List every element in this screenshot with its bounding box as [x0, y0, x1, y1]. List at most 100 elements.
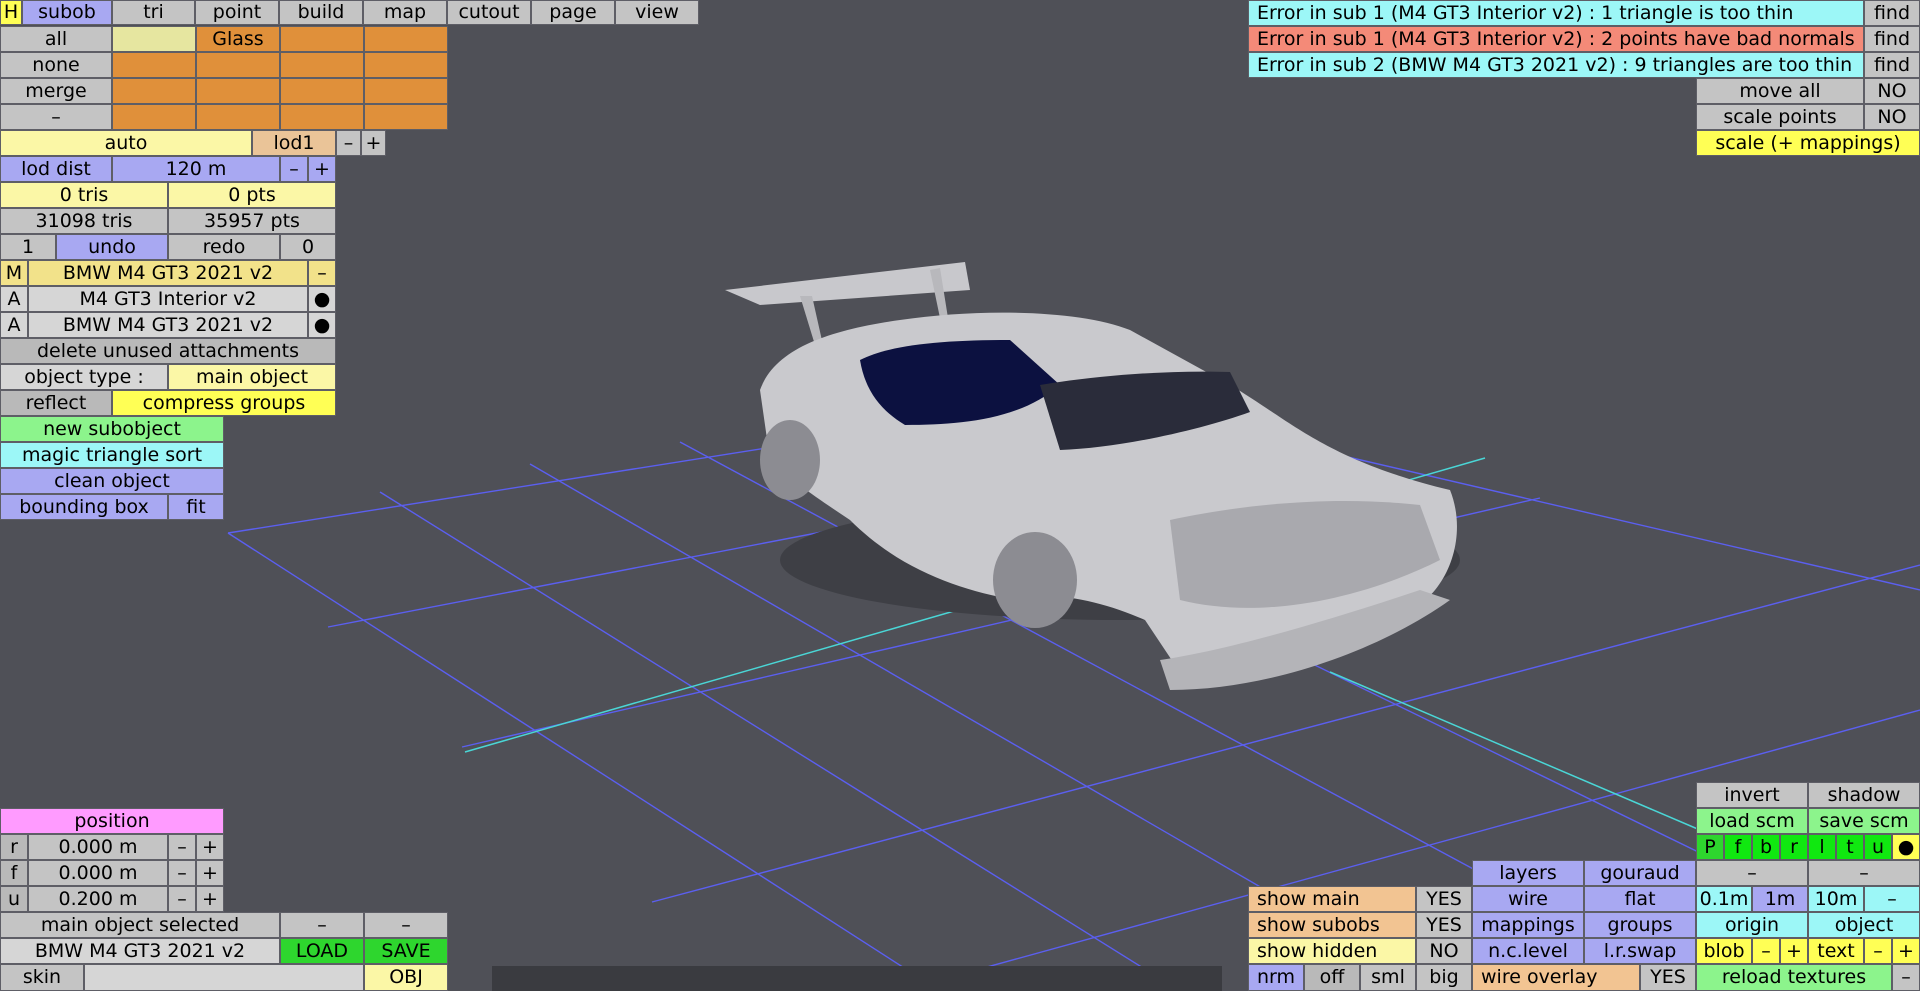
text-plus-button[interactable]: + [1892, 938, 1920, 964]
dash-button[interactable]: – [0, 104, 112, 130]
wire-overlay-toggle[interactable]: YES [1640, 964, 1696, 991]
show-subobs-toggle[interactable]: YES [1416, 912, 1472, 938]
group-cell[interactable] [280, 52, 364, 78]
error-find-button[interactable]: find [1864, 0, 1920, 26]
position-u-plus[interactable]: + [196, 886, 224, 912]
shadow-button[interactable]: shadow [1808, 782, 1920, 808]
reload-textures-button[interactable]: reload textures [1696, 964, 1892, 991]
group-cell[interactable] [196, 52, 280, 78]
group-cell[interactable] [280, 26, 364, 52]
group-cell[interactable] [364, 52, 448, 78]
redo-button[interactable]: redo [168, 234, 280, 260]
magic-triangle-sort-button[interactable]: magic triangle sort [0, 442, 224, 468]
normals-big-button[interactable]: big [1416, 964, 1472, 991]
group-cell[interactable] [112, 52, 196, 78]
save-button[interactable]: SAVE [364, 938, 448, 964]
position-u-field[interactable]: 0.200 m [28, 886, 168, 912]
scale-points-button[interactable]: scale points [1696, 104, 1864, 130]
object-button[interactable]: object [1808, 912, 1920, 938]
skin-field[interactable] [84, 964, 364, 991]
view-dot-button[interactable]: ● [1892, 834, 1920, 860]
position-u-minus[interactable]: – [168, 886, 196, 912]
grid-0-1m-button[interactable]: 0.1m [1696, 886, 1752, 912]
menu-point[interactable]: point [195, 0, 279, 25]
attachment-toggle[interactable]: ● [308, 312, 336, 338]
view-under-button[interactable]: u [1864, 834, 1892, 860]
error-find-button[interactable]: find [1864, 52, 1920, 78]
position-r-minus[interactable]: – [168, 834, 196, 860]
undo-button[interactable]: undo [56, 234, 168, 260]
menu-tri[interactable]: tri [112, 0, 195, 25]
select-none-button[interactable]: none [0, 52, 112, 78]
invert-button[interactable]: invert [1696, 782, 1808, 808]
view-back-button[interactable]: b [1752, 834, 1780, 860]
position-r-plus[interactable]: + [196, 834, 224, 860]
main-object-remove[interactable]: – [308, 260, 336, 286]
blob-minus-button[interactable]: – [1752, 938, 1780, 964]
text-minus-button[interactable]: – [1864, 938, 1892, 964]
group-cell[interactable] [364, 78, 448, 104]
nc-level-button[interactable]: n.c.level [1472, 938, 1584, 964]
scale-mappings-button[interactable]: scale (+ mappings) [1696, 130, 1920, 156]
merge-button[interactable]: merge [0, 78, 112, 104]
group-cell[interactable] [364, 26, 448, 52]
lod-minus-button[interactable]: – [336, 130, 361, 156]
mappings-button[interactable]: mappings [1472, 912, 1584, 938]
flat-button[interactable]: flat [1584, 886, 1696, 912]
view-perspective-button[interactable]: P [1696, 834, 1724, 860]
group-cell[interactable] [112, 26, 196, 52]
grid-10m-button[interactable]: 10m [1808, 886, 1864, 912]
fit-button[interactable]: fit [168, 494, 224, 520]
error-find-button[interactable]: find [1864, 26, 1920, 52]
dash-button[interactable]: – [364, 912, 448, 938]
gouraud-button[interactable]: gouraud [1584, 860, 1696, 886]
origin-button[interactable]: origin [1696, 912, 1808, 938]
menu-view[interactable]: view [615, 0, 699, 25]
obj-export-button[interactable]: OBJ [364, 964, 448, 991]
dash-button[interactable]: – [1696, 860, 1808, 886]
position-f-field[interactable]: 0.000 m [28, 860, 168, 886]
main-object-name[interactable]: BMW M4 GT3 2021 v2 [28, 260, 308, 286]
menu-page[interactable]: page [531, 0, 615, 25]
group-cell[interactable] [364, 104, 448, 130]
position-f-plus[interactable]: + [196, 860, 224, 886]
lod-auto-button[interactable]: auto [0, 130, 252, 156]
reflect-button[interactable]: reflect [0, 390, 112, 416]
object-type-value[interactable]: main object [168, 364, 336, 390]
group-cell[interactable] [112, 78, 196, 104]
group-cell[interactable] [196, 104, 280, 130]
view-left-button[interactable]: l [1808, 834, 1836, 860]
lod-plus-button[interactable]: + [361, 130, 386, 156]
show-hidden-toggle[interactable]: NO [1416, 938, 1472, 964]
lod-dist-plus[interactable]: + [308, 156, 336, 182]
groups-button[interactable]: groups [1584, 912, 1696, 938]
attachment-name[interactable]: M4 GT3 Interior v2 [28, 286, 308, 312]
bounding-box-button[interactable]: bounding box [0, 494, 168, 520]
group-cell[interactable] [196, 78, 280, 104]
group-cell[interactable] [280, 104, 364, 130]
menu-map[interactable]: map [363, 0, 447, 25]
group-cell[interactable] [112, 104, 196, 130]
help-button[interactable]: H [0, 0, 22, 25]
attachment-name[interactable]: BMW M4 GT3 2021 v2 [28, 312, 308, 338]
layers-button[interactable]: layers [1472, 860, 1584, 886]
wire-button[interactable]: wire [1472, 886, 1584, 912]
dash-button[interactable]: – [280, 912, 364, 938]
menu-cutout[interactable]: cutout [447, 0, 531, 25]
blob-plus-button[interactable]: + [1780, 938, 1808, 964]
dash-button[interactable]: – [1808, 860, 1920, 886]
view-top-button[interactable]: t [1836, 834, 1864, 860]
move-all-value[interactable]: NO [1864, 78, 1920, 104]
lod-dist-minus[interactable]: – [280, 156, 308, 182]
lod-level[interactable]: lod1 [252, 130, 336, 156]
scale-points-value[interactable]: NO [1864, 104, 1920, 130]
file-name[interactable]: BMW M4 GT3 2021 v2 [0, 938, 280, 964]
new-subobject-button[interactable]: new subobject [0, 416, 224, 442]
normals-nrm-button[interactable]: nrm [1248, 964, 1304, 991]
blob-button[interactable]: blob [1696, 938, 1752, 964]
group-glass[interactable]: Glass [196, 26, 280, 52]
position-f-minus[interactable]: – [168, 860, 196, 886]
lod-dist-value[interactable]: 120 m [112, 156, 280, 182]
position-r-field[interactable]: 0.000 m [28, 834, 168, 860]
grid-1m-button[interactable]: 1m [1752, 886, 1808, 912]
